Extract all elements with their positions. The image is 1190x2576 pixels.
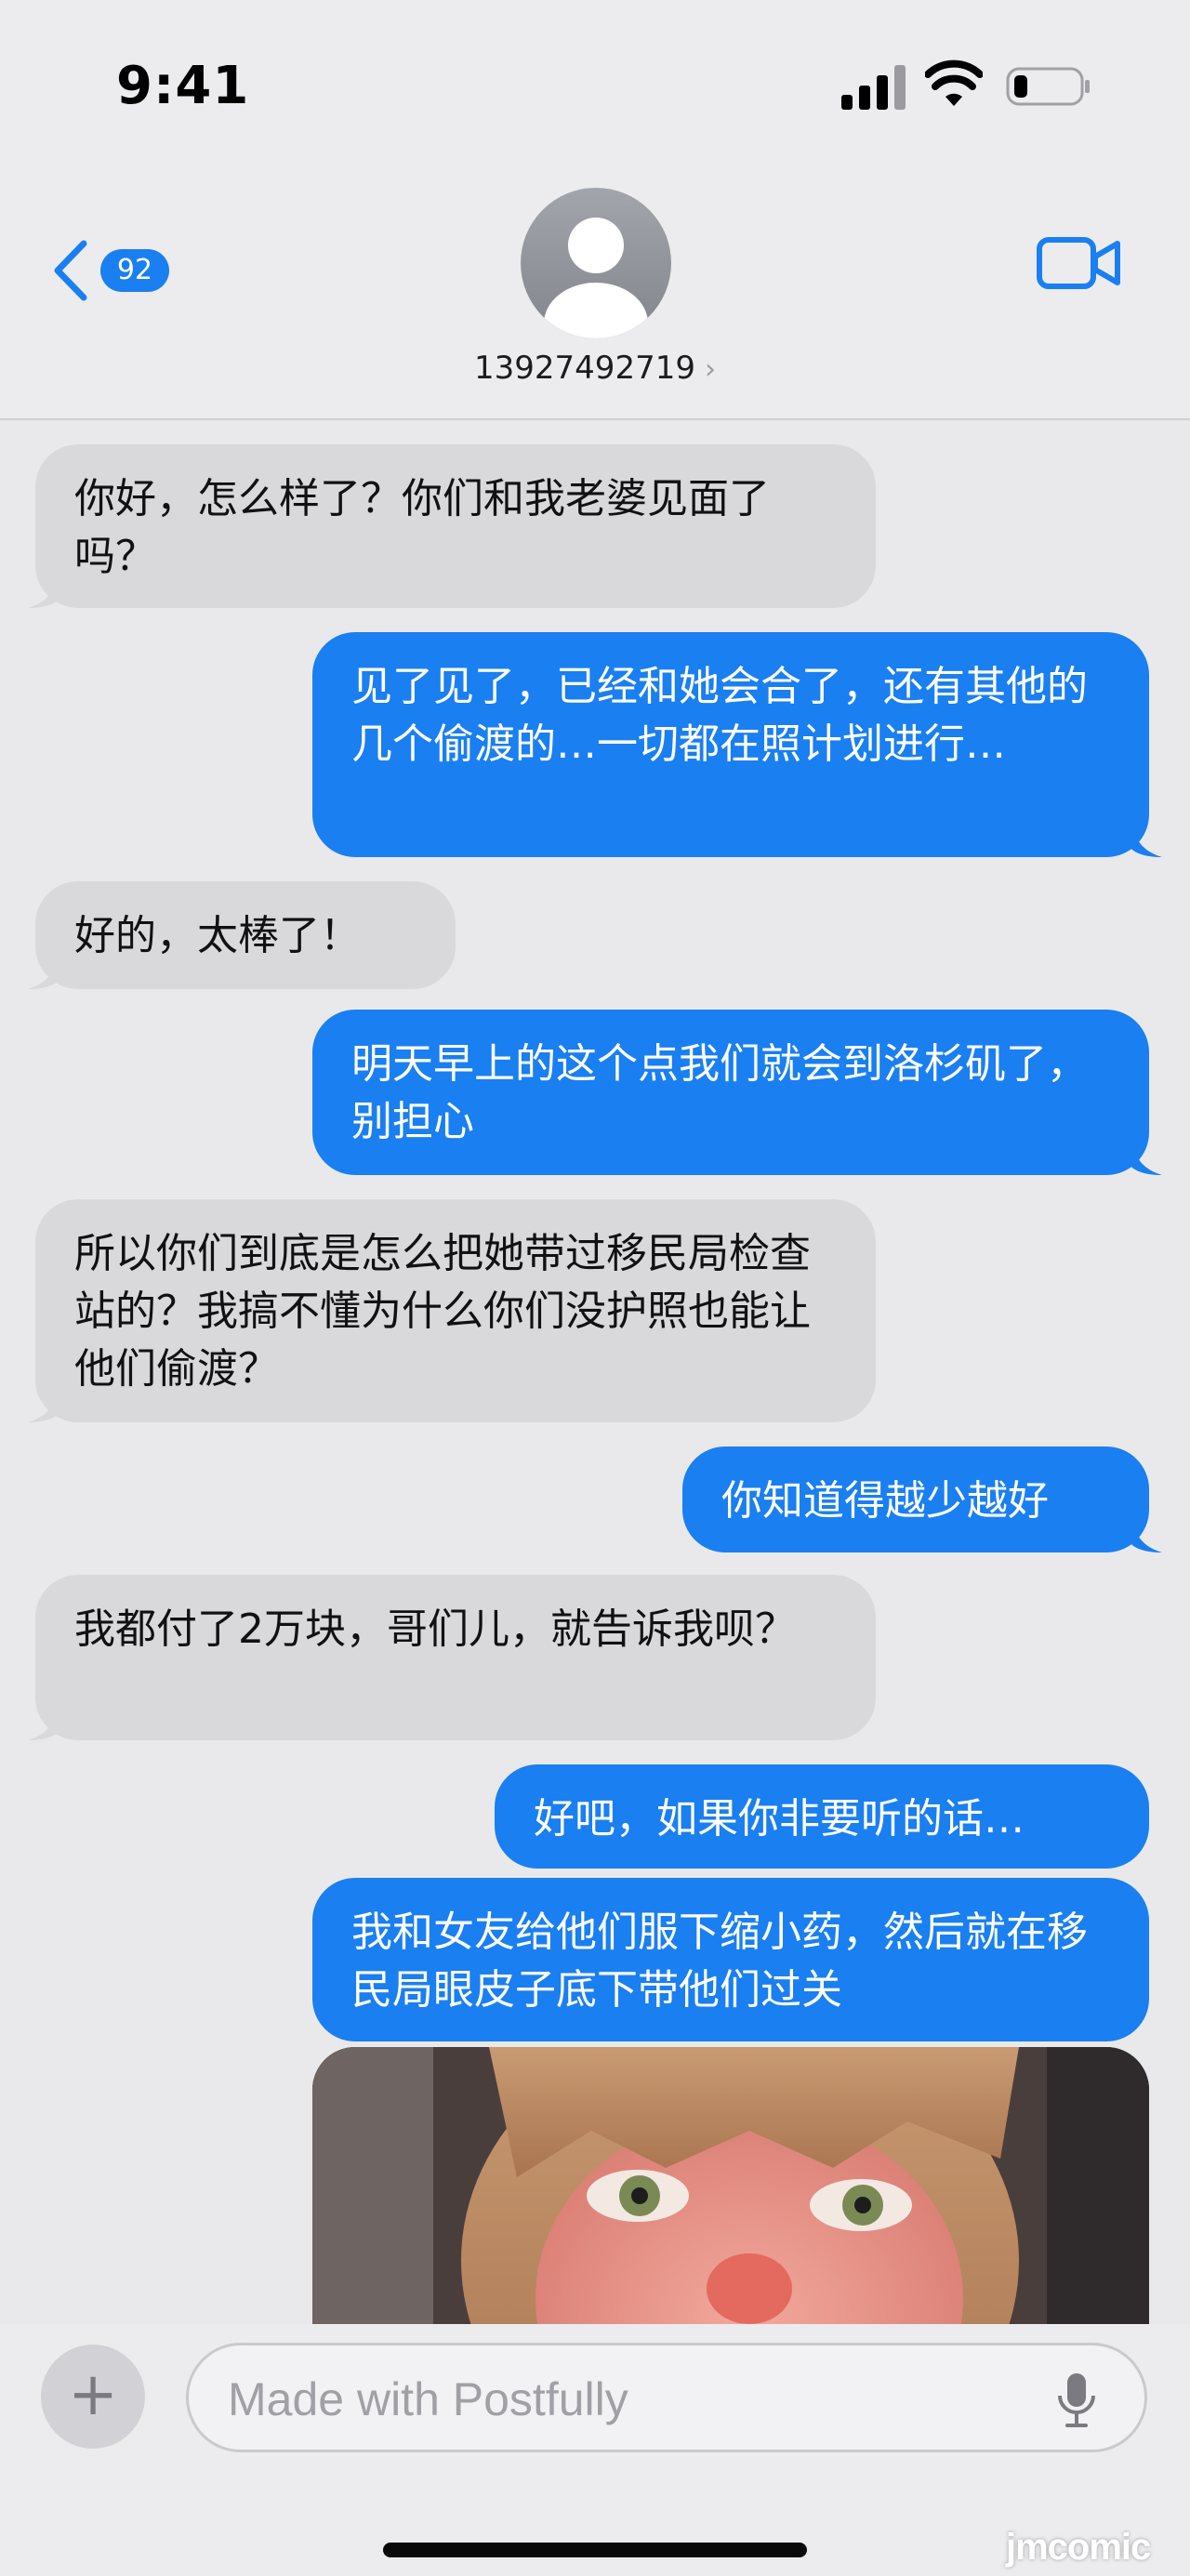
bubble-tail xyxy=(28,954,61,989)
message-bubble-outgoing[interactable]: 你知道得越少越好 xyxy=(682,1447,1149,1552)
message-bubble-outgoing[interactable]: 好吧，如果你非要听的话… xyxy=(495,1764,1149,1869)
message-text: 你知道得越少越好 xyxy=(721,1477,1049,1525)
message-text: 我都付了2万块，哥们儿，就告诉我呗？ xyxy=(74,1605,796,1653)
person-icon xyxy=(544,218,648,338)
wifi-icon xyxy=(925,59,983,106)
message-text: 我和女友给他们服下缩小药，然后就在移民局眼皮子底下带他们过关 xyxy=(351,1909,1088,2014)
message-photo[interactable] xyxy=(312,2047,1149,2326)
bubble-tail xyxy=(28,1387,61,1422)
message-bubble-incoming[interactable]: 所以你们到底是怎么把她带过移民局检查站的？我搞不懂为什么你们没护照也能让他们偷渡… xyxy=(35,1199,876,1422)
status-bar: 9:41 xyxy=(0,0,1190,167)
add-attachment-button[interactable]: + xyxy=(41,2345,145,2449)
microphone-icon[interactable] xyxy=(1053,2371,1100,2429)
contact-avatar[interactable] xyxy=(521,188,671,338)
contact-name-row[interactable]: 13927492719 › xyxy=(0,350,1190,387)
plus-icon: + xyxy=(68,2360,118,2429)
cellular-signal-icon xyxy=(841,65,906,110)
bubble-tail xyxy=(1129,822,1162,857)
message-text: 明天早上的这个点我们就会到洛杉矶了，别担心 xyxy=(351,1040,1088,1145)
video-camera-icon[interactable] xyxy=(1036,232,1123,294)
bubble-tail xyxy=(28,573,61,608)
unread-count-badge: 92 xyxy=(100,249,169,292)
message-text: 好的，太棒了！ xyxy=(74,912,361,959)
watermark: jmcomic xyxy=(1006,2527,1151,2568)
message-bubble-outgoing[interactable]: 明天早上的这个点我们就会到洛杉矶了，别担心 xyxy=(312,1010,1149,1175)
message-bubble-incoming[interactable]: 好的，太棒了！ xyxy=(35,881,456,989)
message-text: 见了见了，已经和她会合了，还有其他的几个偷渡的…一切都在照计划进行… xyxy=(351,663,1088,768)
message-text: 你好，怎么样了？你们和我老婆见面了吗？ xyxy=(74,475,770,580)
message-text: 所以你们到底是怎么把她带过移民局检查站的？我搞不懂为什么你们没护照也能让他们偷渡… xyxy=(74,1230,811,1393)
photo-image xyxy=(312,2047,1149,2326)
battery-icon xyxy=(1006,67,1090,106)
status-time: 9:41 xyxy=(116,56,250,116)
message-bubble-outgoing[interactable]: 见了见了，已经和她会合了，还有其他的几个偷渡的…一切都在照计划进行… xyxy=(312,632,1149,857)
conversation-header: 92 13927492719 › xyxy=(0,167,1190,420)
message-bubble-incoming[interactable]: 你好，怎么样了？你们和我老婆见面了吗？ xyxy=(35,444,876,608)
bubble-tail xyxy=(1129,1140,1162,1175)
bubble-tail xyxy=(1129,1517,1162,1552)
chevron-left-icon xyxy=(54,240,87,301)
message-bubble-incoming[interactable]: 我都付了2万块，哥们儿，就告诉我呗？ xyxy=(35,1575,876,1740)
chevron-right-icon: › xyxy=(704,353,716,386)
message-text: 好吧，如果你非要听的话… xyxy=(534,1795,1025,1843)
message-input[interactable] xyxy=(226,2366,1048,2433)
contact-number: 13927492719 xyxy=(474,350,695,387)
bubble-tail xyxy=(28,1705,61,1740)
message-bubble-outgoing[interactable]: 我和女友给他们服下缩小药，然后就在移民局眼皮子底下带他们过关 xyxy=(312,1878,1149,2041)
back-button[interactable]: 92 xyxy=(46,229,177,312)
home-indicator[interactable] xyxy=(383,2543,807,2557)
message-input-container[interactable] xyxy=(186,2343,1147,2452)
